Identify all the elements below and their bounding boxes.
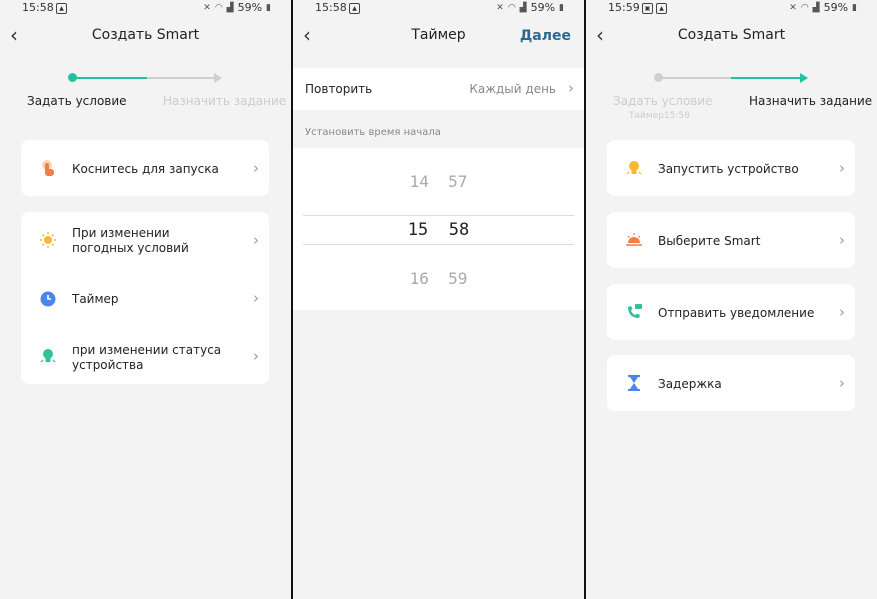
picker-selection-top-line: [303, 215, 574, 216]
timer-screen: 15:58 ▲ ✕ ◠ ▟ 59% ▮ ‹ Таймер Далее Повто…: [293, 0, 584, 599]
item-label: при изменении статуса устройства: [72, 343, 222, 372]
action-card-delay[interactable]: Задержка ›: [607, 355, 855, 411]
picker-hour: 14: [409, 172, 429, 191]
step-label-task: Назначить задание: [749, 94, 873, 108]
item-label: Запустить устройство: [658, 162, 799, 176]
next-button[interactable]: Далее: [520, 28, 571, 44]
item-label: Задержка: [658, 377, 722, 391]
list-item-weather[interactable]: При изменении погодных условий ›: [21, 212, 269, 268]
gallery-notification-icon: ▣: [642, 3, 653, 14]
step-line-active: [75, 77, 147, 79]
battery-icon: ▮: [266, 2, 271, 13]
chevron-right-icon: ›: [839, 374, 845, 392]
chevron-right-icon: ›: [253, 347, 259, 365]
hand-tap-icon: [39, 159, 57, 177]
wifi-icon: ◠: [800, 2, 809, 13]
chevron-right-icon: ›: [253, 231, 259, 249]
battery-level: 59%: [530, 1, 556, 14]
stepper: Задать условие Назначить задание: [0, 68, 291, 118]
mute-icon: ✕: [496, 2, 504, 13]
sunrise-icon: [625, 231, 643, 249]
picker-selection-bottom-line: [303, 244, 574, 245]
nav-bar: ‹ Создать Smart: [0, 22, 291, 52]
action-card-run-device[interactable]: Запустить устройство ›: [607, 140, 855, 196]
app-notification-icon: ▲: [656, 3, 667, 14]
picker-minute: 58: [448, 220, 470, 240]
item-label: Таймер: [72, 292, 119, 306]
step-line-inactive: [147, 77, 215, 79]
list-item-device-status[interactable]: при изменении статуса устройства ›: [21, 328, 269, 384]
step-sub-condition: Таймер15:58: [629, 111, 690, 121]
step-label-condition: Задать условие: [613, 94, 713, 108]
app-notification-icon: ▲: [56, 3, 67, 14]
bulb-icon: [625, 159, 643, 177]
picker-row-previous[interactable]: 14 57: [293, 172, 584, 191]
mute-icon: ✕: [789, 2, 797, 13]
wifi-icon: ◠: [507, 2, 516, 13]
bulb-icon: [39, 347, 57, 365]
step-arrow-icon: [214, 73, 222, 83]
nav-bar: ‹ Создать Smart: [586, 22, 877, 52]
picker-hour: 16: [409, 269, 429, 288]
chevron-right-icon: ›: [839, 159, 845, 177]
action-card-send-notification[interactable]: Отправить уведомление ›: [607, 284, 855, 340]
nav-bar: ‹ Таймер Далее: [293, 22, 584, 52]
create-smart-task-screen: 15:59 ▣ ▲ ✕ ◠ ▟ 59% ▮ ‹ Создать Smart Зад…: [586, 0, 877, 599]
page-title: Создать Smart: [677, 27, 786, 43]
status-bar: 15:58 ▲ ✕ ◠ ▟ 59% ▮: [293, 0, 584, 18]
item-label: Выберите Smart: [658, 234, 761, 248]
step-line-inactive: [661, 77, 731, 79]
chevron-right-icon: ›: [839, 303, 845, 321]
chevron-right-icon: ›: [568, 79, 574, 97]
action-card-select-smart[interactable]: Выберите Smart ›: [607, 212, 855, 268]
status-bar: 15:58 ▲ ✕ ◠ ▟ 59% ▮: [0, 0, 291, 18]
sun-icon: [39, 231, 57, 249]
step-line-active: [731, 77, 801, 79]
repeat-row[interactable]: Повторить Каждый день ›: [293, 68, 584, 110]
battery-level: 59%: [237, 1, 263, 14]
status-time: 15:58: [315, 1, 347, 14]
list-item-timer[interactable]: Таймер ›: [21, 272, 269, 326]
battery-icon: ▮: [852, 2, 857, 13]
list-item-tap-to-run[interactable]: Коснитесь для запуска ›: [21, 140, 269, 196]
step-arrow-icon: [800, 73, 808, 83]
picker-row-next[interactable]: 16 59: [293, 269, 584, 288]
signal-icon: ▟: [812, 2, 820, 13]
chevron-right-icon: ›: [839, 231, 845, 249]
status-bar: 15:59 ▣ ▲ ✕ ◠ ▟ 59% ▮: [586, 0, 877, 18]
step-label-task: Назначить задание: [163, 94, 287, 108]
step-label-condition: Задать условие: [27, 94, 127, 108]
status-time: 15:59: [608, 1, 640, 14]
picker-row-selected[interactable]: 15 58: [293, 220, 584, 240]
item-label: Отправить уведомление: [658, 306, 815, 320]
stepper: Задать условие Таймер15:58 Назначить зад…: [586, 68, 877, 121]
repeat-value: Каждый день: [469, 82, 556, 96]
create-smart-condition-screen: 15:58 ▲ ✕ ◠ ▟ 59% ▮ ‹ Создать Smart Зада…: [0, 0, 291, 599]
signal-icon: ▟: [519, 2, 527, 13]
item-label: Коснитесь для запуска: [72, 162, 219, 176]
wifi-icon: ◠: [214, 2, 223, 13]
clock-icon: [39, 290, 57, 308]
card-manual: Коснитесь для запуска ›: [21, 140, 269, 196]
mute-icon: ✕: [203, 2, 211, 13]
signal-icon: ▟: [226, 2, 234, 13]
chevron-right-icon: ›: [253, 289, 259, 307]
picker-minute: 57: [448, 172, 468, 191]
battery-icon: ▮: [559, 2, 564, 13]
item-label: При изменении погодных условий: [72, 226, 189, 255]
battery-level: 59%: [823, 1, 849, 14]
page-title: Создать Smart: [91, 27, 200, 43]
picker-minute: 59: [448, 269, 468, 288]
status-time: 15:58: [22, 1, 54, 14]
app-notification-icon: ▲: [349, 3, 360, 14]
card-conditions: При изменении погодных условий › Таймер …: [21, 212, 269, 384]
start-time-section-label: Установить время начала: [305, 127, 441, 138]
phone-message-icon: [625, 303, 643, 321]
repeat-label: Повторить: [305, 82, 373, 96]
picker-hour: 15: [407, 220, 429, 240]
hourglass-icon: [625, 374, 643, 392]
time-picker[interactable]: 14 57 15 58 16 59: [293, 148, 584, 310]
chevron-right-icon: ›: [253, 159, 259, 177]
